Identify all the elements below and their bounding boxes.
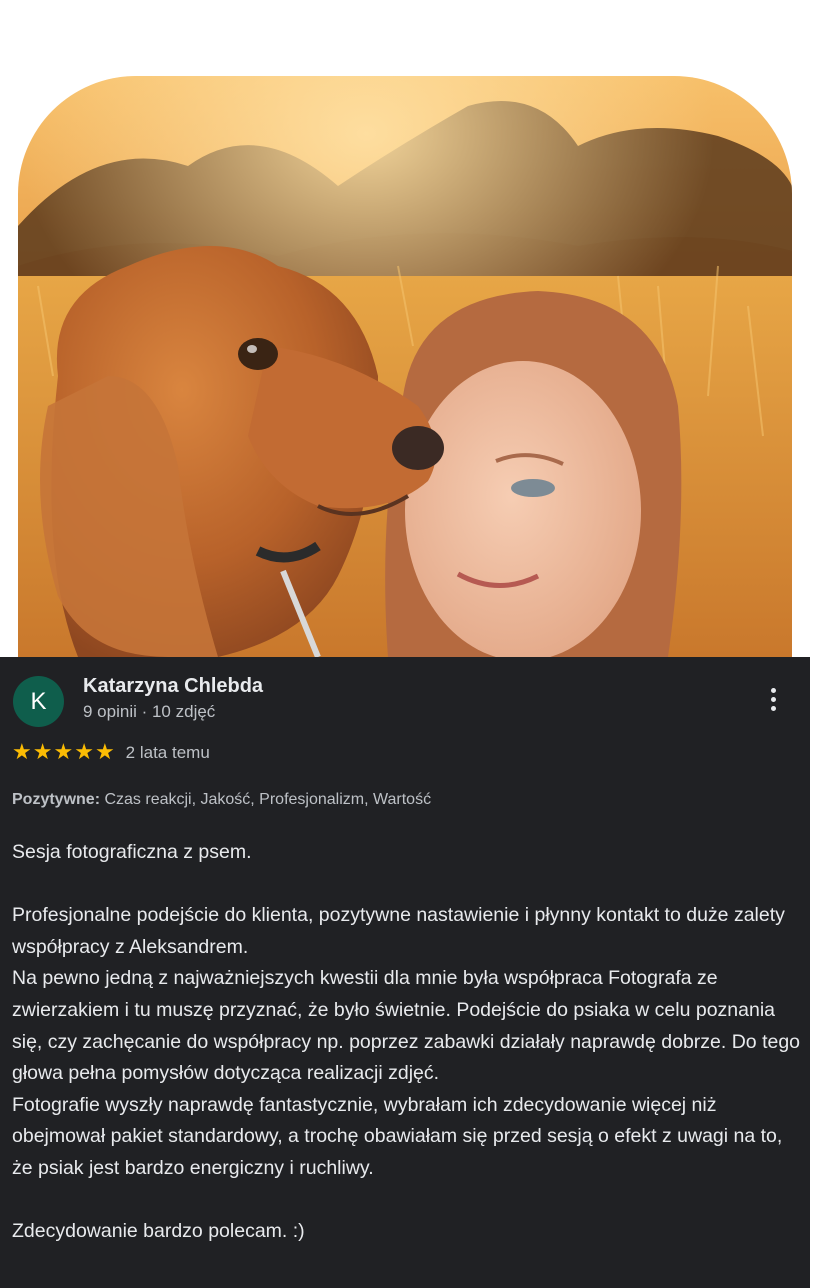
more-vert-icon-dot [770,696,776,702]
review-card: K Katarzyna Chlebda 9 opinii · 10 zdjęć … [0,657,810,1288]
star-icon: ★ [74,740,94,765]
star-rating: ★ ★ ★ ★ ★ [12,742,115,764]
star-icon: ★ [94,740,115,765]
attributes-value: Czas reakcji, Jakość, Profesjonalizm, Wa… [100,791,432,808]
more-options-button[interactable] [760,682,786,716]
photo-image [18,76,792,657]
reviewer-meta: 9 opinii · 10 zdjęć [83,702,216,721]
review-attributes: Pozytywne: Czas reakcji, Jakość, Profesj… [12,791,431,809]
review-date: 2 lata temu [125,743,210,762]
review-text: Sesja fotograficzna z psem. Profesjonaln… [12,841,801,1243]
more-vert-icon [770,687,776,693]
star-icon: ★ [12,740,32,765]
reviewer-name[interactable]: Katarzyna Chlebda [83,675,263,698]
star-icon: ★ [53,740,74,765]
more-vert-icon-dot [770,705,776,711]
star-icon: ★ [32,740,53,765]
rating-row: ★ ★ ★ ★ ★ 2 lata temu [12,742,210,764]
avatar[interactable]: K [13,676,64,727]
review-photo[interactable] [18,76,792,657]
attributes-label: Pozytywne: [12,791,101,808]
